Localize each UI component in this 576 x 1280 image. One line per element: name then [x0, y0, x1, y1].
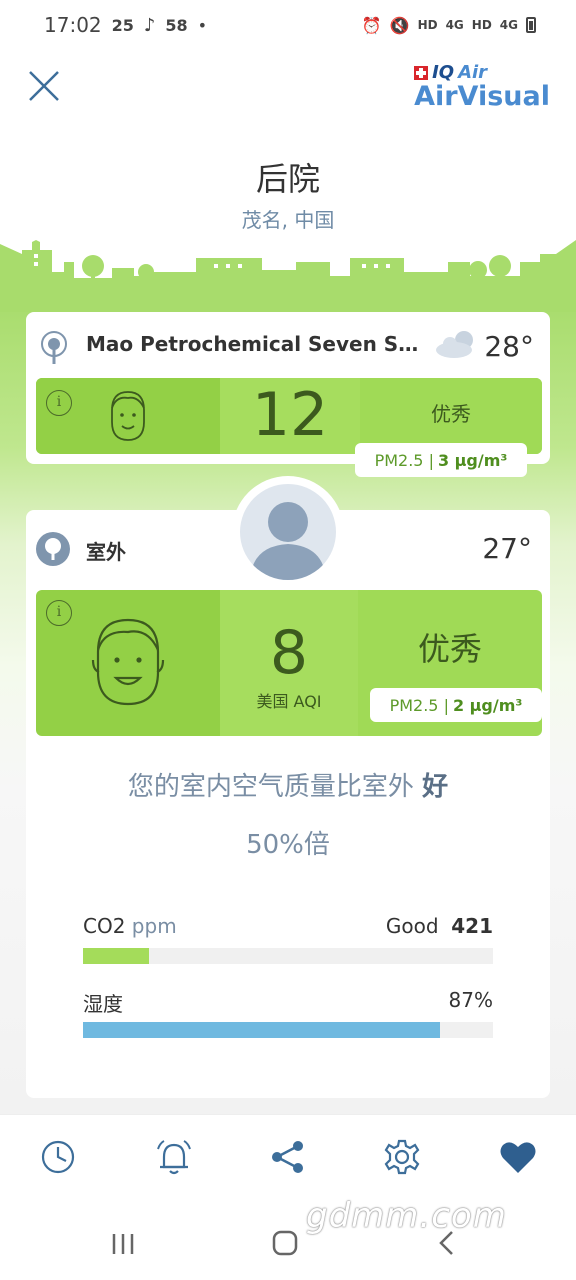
- pm25-value: 3 µg/m³: [437, 450, 508, 470]
- hd-label-1: HD: [417, 18, 438, 32]
- alarm-bell-icon[interactable]: [154, 1137, 194, 1177]
- outdoor-card: 室外 27° i 8 美国 AQI 优秀 PM2.5 | 2 µg/m³ 您的室…: [26, 510, 550, 1098]
- humidity-value: 87%: [448, 988, 493, 1012]
- pm25-label: PM2.5 |: [374, 450, 434, 470]
- outdoor-pm25-badge: PM2.5 | 2 µg/m³: [370, 688, 542, 722]
- signal-4g-2: 4G: [499, 18, 518, 32]
- station-card[interactable]: Mao Petrochemical Seven Small... 28° i 1…: [26, 312, 550, 464]
- station-temperature: 28°: [484, 330, 534, 363]
- station-aqi-value: 12: [251, 380, 329, 450]
- iqair-airvisual-logo: IQ Air AirVisual: [414, 62, 550, 111]
- tiktok-icon: ♪: [143, 14, 156, 36]
- humidity-progress-track: [83, 1022, 493, 1038]
- co2-value: 421: [451, 914, 493, 938]
- co2-status: Good: [385, 914, 439, 938]
- status-dot: •: [197, 15, 208, 35]
- humidity-progress-fill: [83, 1022, 440, 1038]
- outdoor-aqi-status: 优秀: [417, 630, 482, 668]
- co2-label: CO2: [83, 914, 126, 938]
- history-icon[interactable]: [38, 1137, 78, 1177]
- comparison-emphasis: 好: [422, 772, 449, 802]
- outdoor-aqi-value: 8: [269, 618, 309, 688]
- humidity-label: 湿度: [83, 992, 123, 1016]
- top-bar: IQ Air AirVisual: [0, 56, 576, 116]
- swiss-cross-icon: [414, 65, 429, 80]
- happy-face-icon: [91, 618, 165, 706]
- status-notification-badge: 25: [111, 15, 134, 35]
- pm25-value: 2 µg/m³: [452, 695, 523, 715]
- home-icon[interactable]: [270, 1228, 300, 1258]
- signal-4g-1: 4G: [445, 18, 464, 32]
- location-city: 茂名, 中国: [241, 208, 335, 232]
- status-notification-count: 58: [165, 15, 188, 35]
- co2-progress-fill: [83, 948, 149, 964]
- outdoor-aqi-bar: i 8 美国 AQI 优秀 PM2.5 | 2 µg/m³: [36, 590, 542, 736]
- bottom-tab-bar: [0, 1114, 576, 1206]
- cloud-icon: [436, 331, 473, 358]
- share-icon[interactable]: [268, 1137, 308, 1177]
- comparison-ratio: 50%倍: [246, 830, 330, 860]
- info-icon[interactable]: i: [46, 600, 72, 626]
- co2-unit: ppm: [131, 914, 177, 938]
- watermark: gdmm.com: [306, 1196, 507, 1236]
- outdoor-aqi-unit: 美国 AQI: [256, 692, 322, 711]
- settings-gear-icon[interactable]: [382, 1137, 422, 1177]
- happy-face-icon: [111, 391, 145, 441]
- profile-avatar[interactable]: [234, 478, 342, 586]
- comparison-text: 您的室内空气质量比室外 好: [127, 772, 449, 802]
- outdoor-tree-icon: [36, 532, 70, 566]
- avatar: [240, 484, 336, 580]
- info-icon[interactable]: i: [46, 390, 72, 416]
- recent-apps-icon[interactable]: [108, 1228, 138, 1258]
- person-silhouette-icon: [250, 502, 326, 580]
- location-name: 后院: [255, 160, 320, 198]
- logo-iqair: IQ Air: [414, 62, 550, 83]
- station-name: Mao Petrochemical Seven Small...: [86, 332, 436, 356]
- outdoor-label: 室外: [86, 540, 126, 564]
- battery-icon: [526, 17, 536, 33]
- alarm-icon: ⏰: [361, 15, 382, 35]
- close-icon[interactable]: [24, 66, 64, 106]
- hd-label-2: HD: [471, 18, 492, 32]
- city-skyline-illustration: [0, 240, 576, 312]
- status-time: 17:02: [44, 13, 102, 37]
- station-pin-icon: [41, 331, 67, 364]
- favorite-heart-icon[interactable]: [498, 1137, 538, 1177]
- station-pm25-badge: PM2.5 | 3 µg/m³: [355, 443, 527, 477]
- status-bar: 17:02 25 ♪ 58 • ⏰ 🔇 HD 4G HD 4G: [0, 0, 576, 50]
- co2-progress-track: [83, 948, 493, 964]
- mute-icon: 🔇: [389, 15, 410, 35]
- pm25-label: PM2.5 |: [389, 695, 449, 715]
- station-aqi-status: 优秀: [431, 402, 471, 426]
- logo-airvisual: AirVisual: [414, 81, 550, 112]
- outdoor-temperature: 27°: [482, 532, 532, 565]
